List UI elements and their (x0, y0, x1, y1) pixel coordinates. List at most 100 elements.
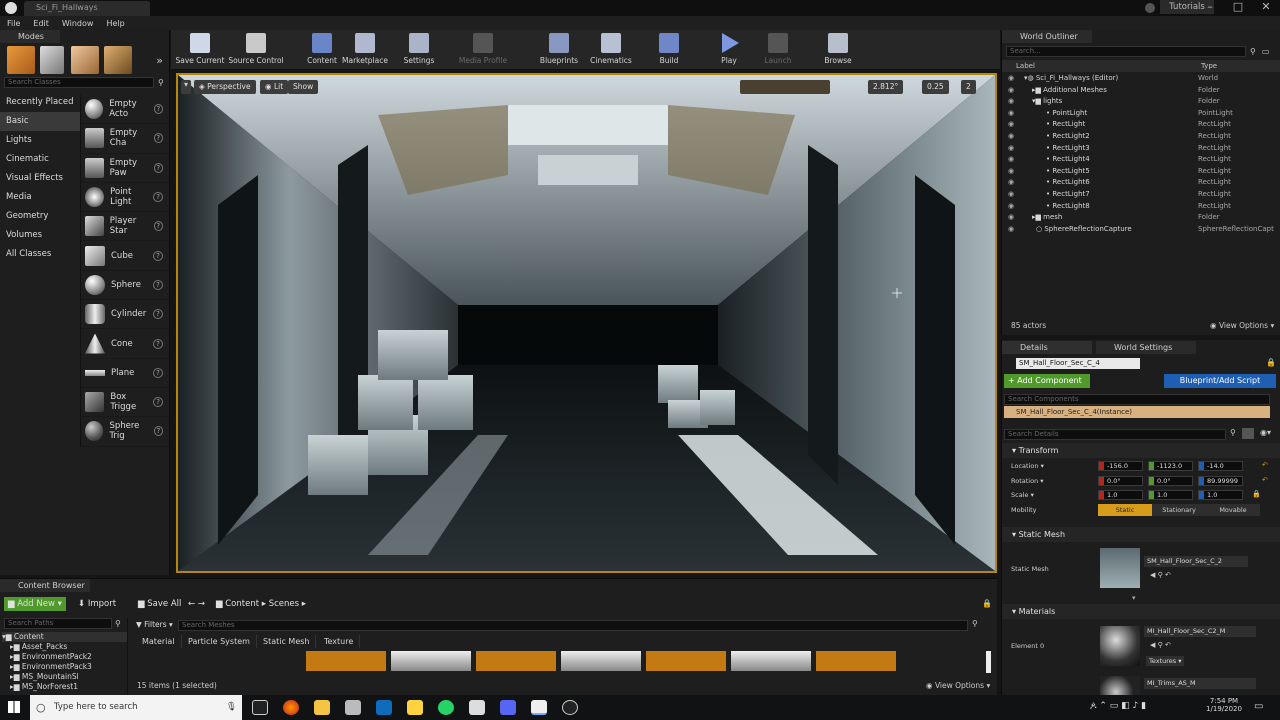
place-item[interactable]: Point Light? (81, 183, 169, 213)
asset-tile[interactable] (816, 651, 896, 671)
tree-item-content[interactable]: ▾▆ Content (2, 632, 127, 642)
mobility-movable-button[interactable]: Movable (1206, 504, 1260, 516)
scale-y-field[interactable]: 1.0 (1148, 490, 1193, 500)
filter-particle-system[interactable]: Particle System (182, 635, 257, 648)
minimize-icon[interactable]: – (1196, 0, 1224, 13)
place-item[interactable]: Sphere? (81, 271, 169, 301)
whatsapp-icon[interactable] (438, 700, 454, 715)
help-icon[interactable]: ? (153, 104, 164, 115)
viewport-options-chevron-icon[interactable]: ▾ (181, 80, 191, 94)
place-item[interactable]: Cone? (81, 329, 169, 359)
transform-tools[interactable] (740, 80, 830, 94)
outliner-search-input[interactable]: Search... (1006, 46, 1246, 57)
category-all-classes[interactable]: All Classes (0, 245, 80, 264)
visibility-eye-icon[interactable]: ◉ (1006, 131, 1016, 143)
material-2-dropdown[interactable]: MI_Trims_AS_M (1144, 678, 1256, 689)
property-matrix-icon[interactable] (1242, 428, 1254, 439)
label-column-header[interactable]: Label (1016, 62, 1201, 70)
category-cinematic[interactable]: Cinematic (0, 150, 80, 169)
scale-lock-icon[interactable]: 🔒 (1252, 490, 1261, 498)
notifications-icon[interactable]: ▭ (1254, 701, 1263, 712)
search-meshes-input[interactable]: Search Meshes (178, 620, 968, 631)
outliner-row[interactable]: ◉ • PointLight PointLight (1006, 108, 1280, 120)
actor-name-input[interactable]: SM_Hall_Floor_Sec_C_4 (1016, 358, 1140, 369)
outliner-row[interactable]: ◉ • RectLight2 RectLight (1006, 131, 1280, 143)
visibility-eye-icon[interactable]: ◉ (1006, 73, 1016, 85)
outliner-row[interactable]: ◉ • RectLight8 RectLight (1006, 201, 1280, 213)
filter-texture[interactable]: Texture (318, 635, 361, 648)
visibility-eye-icon[interactable]: ◉ (1006, 166, 1016, 178)
save-current-button[interactable]: Save Current (171, 32, 229, 68)
back-arrow-icon[interactable]: ← (188, 599, 195, 609)
outliner-row[interactable]: ◉ • RectLight6 RectLight (1006, 177, 1280, 189)
save-all-button[interactable]: ▆ Save All (134, 597, 185, 611)
mobility-static-button[interactable]: Static (1098, 504, 1152, 516)
asset-tile[interactable] (476, 651, 556, 671)
reset-arrow-icon[interactable]: ↶ (1262, 461, 1268, 469)
visibility-eye-icon[interactable]: ◉ (1006, 212, 1016, 224)
add-folder-icon[interactable]: ▭ (1262, 47, 1270, 56)
launch-button[interactable]: Launch (749, 32, 807, 68)
lit-button[interactable]: ◉ Lit (260, 80, 289, 94)
category-geometry[interactable]: Geometry (0, 207, 80, 226)
history-arrows[interactable]: ← → (184, 597, 209, 611)
breadcrumb-content[interactable]: Content (225, 599, 259, 609)
clock[interactable]: 7:54 PM 1/19/2020 (1204, 697, 1244, 713)
asset-tile[interactable] (561, 651, 641, 671)
scale-label[interactable]: Scale ▾ (1011, 491, 1034, 499)
taskbar-search-input[interactable]: ○ Type here to search 🎙 (30, 695, 242, 720)
category-basic[interactable]: Basic (0, 112, 80, 131)
place-item[interactable]: Empty Acto? (81, 95, 169, 125)
expand-chevron-icon[interactable]: » (156, 54, 163, 67)
task-view-icon[interactable] (252, 700, 268, 715)
help-icon[interactable]: ? (153, 426, 163, 437)
rotation-label[interactable]: Rotation ▾ (1011, 477, 1044, 485)
category-visual-effects[interactable]: Visual Effects (0, 169, 80, 188)
tree-item[interactable]: ▸▆ EnvironmentPack2 (2, 652, 127, 662)
details-tab[interactable]: Details (1002, 340, 1092, 354)
place-mode-icon[interactable] (7, 46, 35, 74)
reset-arrow-icon[interactable]: ↶ (1262, 476, 1268, 484)
rotation-z-field[interactable]: 89.99999 (1198, 476, 1243, 486)
component-instance-row[interactable]: SM_Hall_Floor_Sec_C_4(Instance) (1004, 406, 1270, 418)
help-icon[interactable]: ? (153, 397, 164, 408)
search-details-input[interactable]: Search Details (1004, 429, 1226, 440)
outliner-row[interactable]: ◉ • RectLight7 RectLight (1006, 189, 1280, 201)
mobility-stationary-button[interactable]: Stationary (1152, 504, 1206, 516)
sticky-notes-icon[interactable] (407, 700, 423, 715)
help-icon[interactable]: ? (153, 309, 163, 320)
landscape-mode-icon[interactable] (71, 46, 99, 74)
forward-arrow-icon[interactable]: → (198, 599, 205, 609)
place-item[interactable]: Sphere Trig? (81, 417, 169, 447)
settings-button[interactable]: Settings (390, 32, 448, 68)
place-item[interactable]: Empty Cha? (81, 124, 169, 154)
material-dropdown[interactable]: MI_Hall_Floor_Sec_C2_M (1144, 626, 1256, 637)
foliage-mode-icon[interactable] (104, 46, 132, 74)
content-browser-tab[interactable]: Content Browser (0, 579, 90, 592)
search-classes-input[interactable]: Search Classes (4, 77, 154, 88)
show-button[interactable]: Show (288, 80, 319, 94)
search-paths-input[interactable]: Search Paths (4, 618, 112, 629)
visibility-eye-icon[interactable]: ◉ (1006, 189, 1016, 201)
help-icon[interactable]: ? (153, 250, 163, 261)
place-item[interactable]: Cylinder? (81, 300, 169, 330)
windows-start-icon[interactable] (8, 701, 20, 713)
expand-chevron-icon[interactable]: ▾ (1132, 594, 1136, 602)
category-media[interactable]: Media (0, 188, 80, 207)
visibility-eye-icon[interactable]: ◉ (1006, 177, 1016, 189)
location-z-field[interactable]: -14.0 (1198, 461, 1243, 471)
materials-section[interactable]: ▾ Materials (1002, 604, 1280, 619)
use-selected-arrow-icon[interactable]: ◀ ⚲ ↶ (1150, 571, 1171, 579)
filters-button[interactable]: ▼ Filters ▾ (136, 620, 173, 629)
place-item[interactable]: Plane? (81, 359, 169, 388)
asset-scrollbar[interactable] (986, 651, 991, 673)
add-component-button[interactable]: + Add Component (1004, 374, 1090, 388)
visibility-eye-icon[interactable]: ◉ (1006, 143, 1016, 155)
transform-section[interactable]: ▾ Transform (1002, 443, 1280, 458)
filter-material[interactable]: Material (136, 635, 182, 648)
file-explorer-icon[interactable] (314, 700, 330, 715)
scale-z-field[interactable]: 1.0 (1198, 490, 1243, 500)
app-icon[interactable] (562, 700, 578, 715)
blueprint-add-script-button[interactable]: Blueprint/Add Script (1164, 374, 1276, 388)
outliner-row[interactable]: ◉ • RectLight3 RectLight (1006, 143, 1280, 155)
